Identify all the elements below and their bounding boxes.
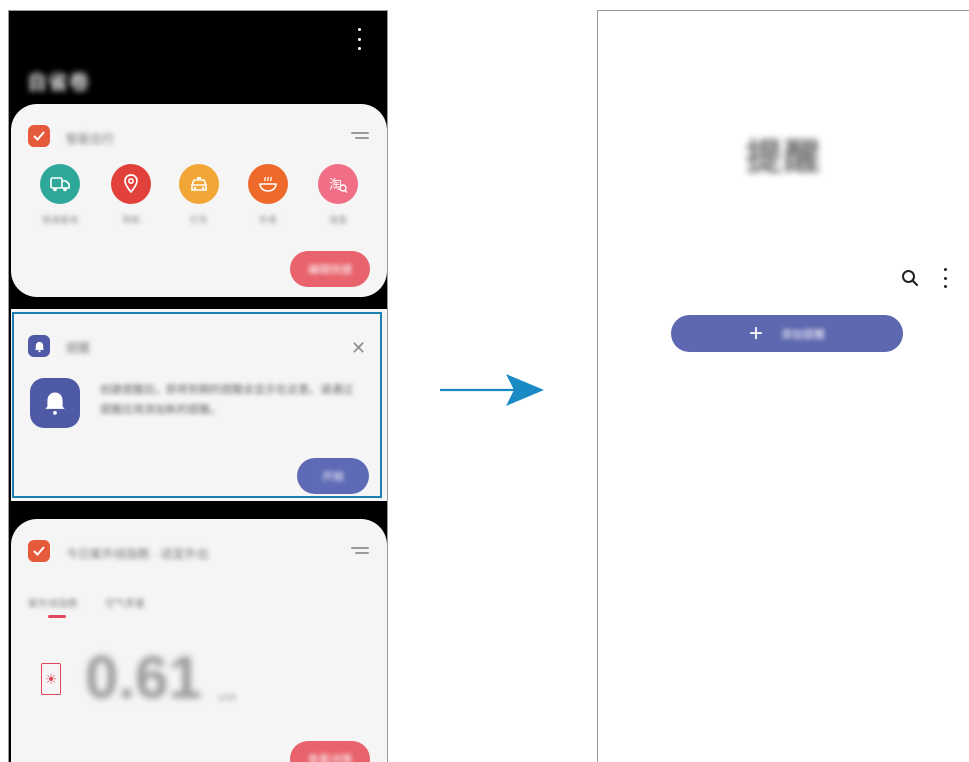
shortcut-label: 淘宝 [328,215,347,225]
svg-text:淘: 淘 [329,178,342,193]
bell-badge-icon [28,335,50,357]
edit-shortcuts-button[interactable]: 编辑快捷 [290,251,370,287]
plus-icon: + [748,319,763,347]
reminder-description: 创建提醒后，即将到期的提醒会显示在这里。请通过提醒应用添加新的提醒。 [100,384,353,416]
uv-index-card: 今日紫外线指数 · 适宜外出 紫外线指数 空气质量 ☀ 0.61 UVI 查看详… [11,519,387,762]
page-title: 提醒 [746,136,823,177]
right-phone-screen: 提醒 + 添加提醒 [597,10,969,762]
close-icon[interactable]: ✕ [351,339,366,357]
shortcut-label: 打车 [189,215,208,225]
shortcut-label: 快递查询 [41,215,78,225]
view-details-button[interactable]: 查看详情 [290,741,370,762]
button-label: 编辑快捷 [308,264,352,276]
button-label: 开始 [322,471,344,483]
card-title: 提醒 [66,341,91,355]
button-label: 添加提醒 [781,328,825,341]
left-phone-screen: 自省卷 智能出行 淘 快递查询 导航 打车 外卖 淘宝 编辑快捷 提醒 ✕ 创建… [8,10,388,762]
shortcut-label: 导航 [121,215,140,225]
card-title: 今日紫外线指数 · 适宜外出 [66,547,209,561]
highlight-frame: 提醒 ✕ 创建提醒后，即将到期的提醒会显示在这里。请通过提醒应用添加新的提醒。 … [12,312,382,498]
check-badge-icon [28,125,50,147]
uv-unit: UVI [218,692,237,704]
add-reminder-button[interactable]: + 添加提醒 [671,315,903,352]
tab-air-quality[interactable]: 空气质量 [105,595,145,610]
taobao-icon[interactable]: 淘 [318,164,358,204]
location-pin-icon[interactable] [111,164,151,204]
bell-icon [30,378,80,428]
card-title: 智能出行 [66,132,115,146]
food-bowl-icon[interactable] [248,164,288,204]
search-icon[interactable] [901,269,919,287]
uv-value: 0.61 [85,644,202,711]
check-badge-icon [28,540,50,562]
delivery-truck-icon[interactable] [40,164,80,204]
more-options-icon[interactable] [942,268,948,288]
taxi-icon[interactable] [179,164,219,204]
arrow-right-icon [440,374,544,406]
start-button[interactable]: 开始 [297,458,369,494]
button-label: 查看详情 [308,754,352,762]
page-title: 自省卷 [27,72,90,94]
active-tab-indicator [48,615,66,618]
sun-icon: ☀ [41,663,61,695]
shortcut-label: 外卖 [258,215,277,225]
minimize-icon[interactable] [351,547,369,554]
more-options-icon[interactable] [352,28,366,50]
shortcuts-card: 智能出行 淘 快递查询 导航 打车 外卖 淘宝 编辑快捷 [11,104,387,297]
minimize-icon[interactable] [351,132,369,139]
tab-uv-index[interactable]: 紫外线指数 [28,595,78,610]
